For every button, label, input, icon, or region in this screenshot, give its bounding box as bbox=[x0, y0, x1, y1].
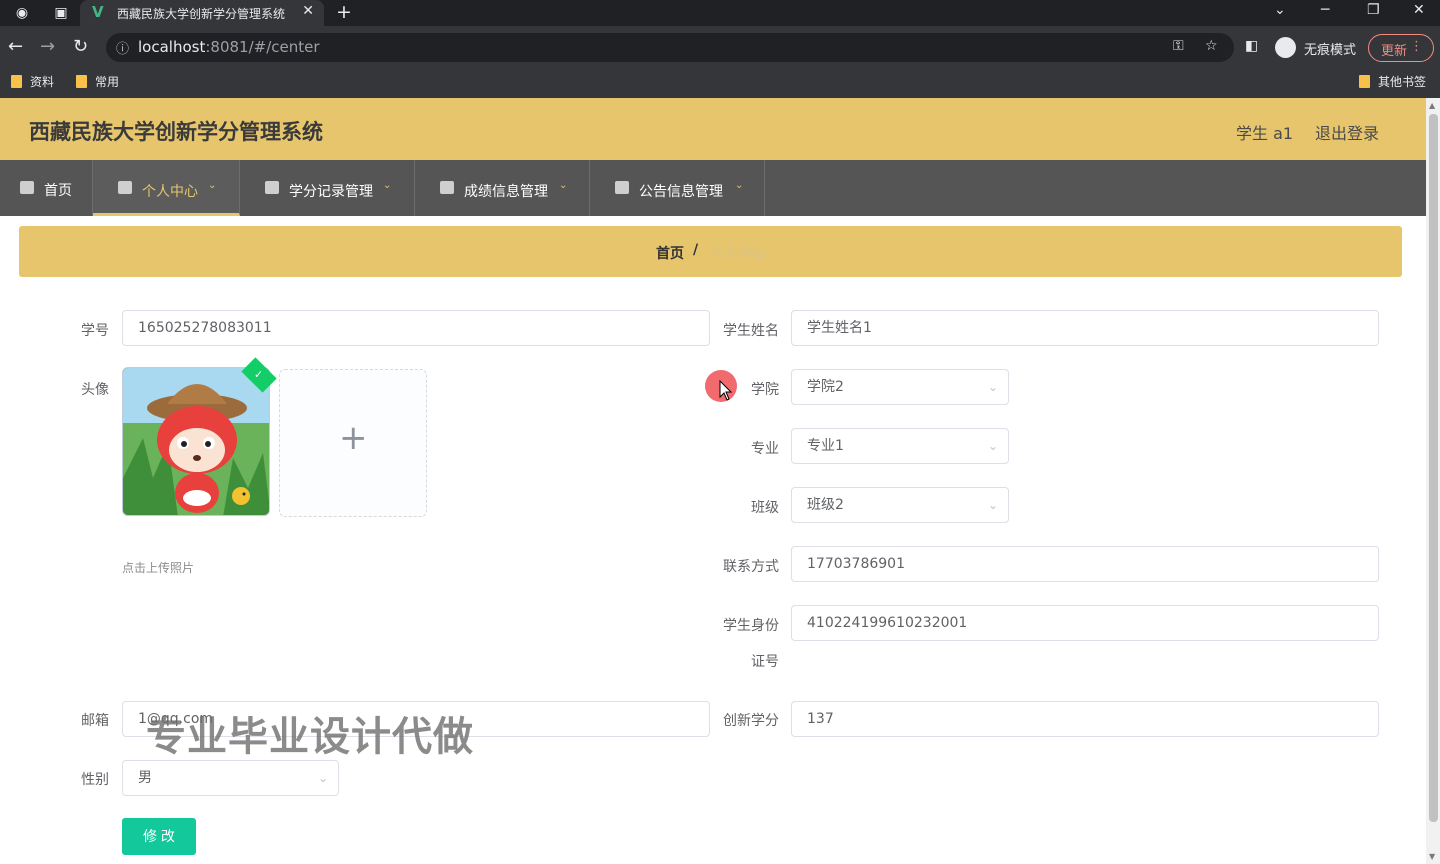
breadcrumb-separator: / bbox=[693, 242, 699, 258]
watermark-text: 专业毕业设计代做 bbox=[146, 714, 474, 760]
url-text[interactable]: localhost:8081/#/center bbox=[138, 38, 320, 56]
browser-globe-icon[interactable]: ◉ bbox=[13, 4, 31, 22]
current-user: 学生 a1 bbox=[1236, 124, 1294, 143]
update-profile-button[interactable]: 修 改 bbox=[122, 818, 196, 855]
class-label: 班级 bbox=[751, 500, 779, 516]
breadcrumb-current: 个人中心 bbox=[710, 246, 766, 262]
nav-item-grades[interactable]: 成绩信息管理 ⌄ bbox=[415, 160, 590, 216]
chevron-down-icon: ⌄ bbox=[559, 180, 568, 191]
folder-icon bbox=[1359, 75, 1370, 88]
chevron-down-icon: ⌄ bbox=[735, 180, 744, 191]
check-icon: ✓ bbox=[254, 368, 264, 381]
bookmark-folder-ziliao[interactable]: 资料 bbox=[11, 73, 54, 91]
logout-link[interactable]: 退出登录 bbox=[1315, 120, 1379, 144]
chevron-down-icon: ⌄ bbox=[383, 180, 392, 191]
college-select[interactable]: 学院2 ⌄ bbox=[791, 369, 1009, 405]
credits-label: 创新学分 bbox=[723, 713, 779, 729]
phone-input[interactable]: 17703786901 bbox=[791, 546, 1379, 582]
email-label: 邮箱 bbox=[81, 713, 109, 729]
bookmark-star-icon[interactable]: ☆ bbox=[1205, 38, 1218, 54]
folder-icon bbox=[76, 75, 87, 88]
briefcase-icon bbox=[265, 181, 279, 194]
app-title: 西藏民族大学创新学分管理系统 bbox=[29, 120, 323, 144]
tab-search-icon[interactable]: ▣ bbox=[52, 4, 70, 22]
site-info-icon[interactable]: ⓘ bbox=[116, 38, 129, 57]
window-close-icon[interactable]: ✕ bbox=[1413, 2, 1425, 18]
bookmarks-bar bbox=[0, 68, 1440, 98]
id-card-label-cont: 证号 bbox=[751, 654, 779, 670]
tab-close-icon[interactable]: ✕ bbox=[302, 3, 314, 19]
password-key-icon[interactable]: ⚿ bbox=[1173, 38, 1184, 54]
plus-icon: + bbox=[339, 418, 368, 458]
incognito-indicator[interactable]: 无痕模式 bbox=[1273, 35, 1361, 60]
nav-item-credit-records[interactable]: 学分记录管理 ⌄ bbox=[240, 160, 415, 216]
tab-list-chevron-icon[interactable]: ⌄ bbox=[1274, 2, 1286, 18]
breadcrumb-home[interactable]: 首页 bbox=[656, 243, 684, 263]
forward-icon[interactable]: → bbox=[40, 36, 55, 57]
incognito-icon bbox=[1275, 37, 1296, 58]
avatar-cartoon-fox bbox=[123, 368, 269, 515]
scroll-up-icon[interactable]: ▲ bbox=[1429, 101, 1435, 110]
student-id-label: 学号 bbox=[81, 323, 109, 339]
phone-label: 联系方式 bbox=[723, 559, 779, 575]
scrollbar-thumb[interactable] bbox=[1429, 114, 1438, 822]
browser-tab-active[interactable]: V 西藏民族大学创新学分管理系统 ✕ bbox=[80, 0, 324, 26]
back-icon[interactable]: ← bbox=[8, 36, 23, 57]
list-icon bbox=[440, 181, 454, 194]
bookmark-folder-changyong[interactable]: 常用 bbox=[76, 73, 119, 91]
chevron-down-icon: ⌄ bbox=[317, 771, 328, 785]
chevron-down-icon: ⌄ bbox=[987, 439, 998, 453]
mouse-cursor-icon bbox=[719, 380, 733, 401]
upload-hint: 点击上传照片 bbox=[122, 561, 195, 575]
major-select[interactable]: 专业1 ⌄ bbox=[791, 428, 1009, 464]
chevron-down-icon: ⌄ bbox=[208, 180, 217, 191]
avatar-label: 头像 bbox=[81, 382, 109, 398]
major-label: 专业 bbox=[751, 441, 779, 457]
nav-item-notices[interactable]: 公告信息管理 ⌄ bbox=[590, 160, 765, 216]
student-name-input[interactable]: 学生姓名1 bbox=[791, 310, 1379, 346]
gender-label: 性别 bbox=[81, 772, 109, 788]
update-button[interactable]: 更新 ⋮ bbox=[1368, 34, 1434, 62]
vue-favicon-icon: V bbox=[92, 3, 104, 21]
home-icon bbox=[20, 181, 34, 194]
student-id-input[interactable]: 165025278083011 bbox=[122, 310, 710, 346]
credits-input[interactable]: 137 bbox=[791, 701, 1379, 737]
bookmark-folder-other[interactable]: 其他书签 bbox=[1359, 73, 1426, 91]
new-tab-icon[interactable]: + bbox=[336, 1, 352, 23]
avatar-upload-box[interactable]: + bbox=[279, 369, 427, 517]
chevron-down-icon: ⌄ bbox=[987, 498, 998, 512]
side-panel-icon[interactable]: ◧ bbox=[1245, 38, 1258, 54]
message-icon bbox=[615, 181, 629, 194]
reload-icon[interactable]: ↻ bbox=[73, 36, 88, 57]
college-label: 学院 bbox=[751, 382, 779, 398]
folder-icon bbox=[11, 75, 22, 88]
gender-select[interactable]: 男 ⌄ bbox=[122, 760, 339, 796]
class-select[interactable]: 班级2 ⌄ bbox=[791, 487, 1009, 523]
student-name-label: 学生姓名 bbox=[723, 323, 779, 339]
restore-icon[interactable]: ❐ bbox=[1367, 2, 1380, 18]
nav-item-home[interactable]: 首页 bbox=[0, 160, 93, 216]
id-card-label: 学生身份 bbox=[723, 618, 779, 634]
menu-dots-icon: ⋮ bbox=[1410, 39, 1423, 54]
chevron-down-icon: ⌄ bbox=[987, 380, 998, 394]
nav-item-profile[interactable]: 个人中心 ⌄ bbox=[93, 160, 240, 216]
id-card-input[interactable]: 410224199610232001 bbox=[791, 605, 1379, 641]
user-icon bbox=[118, 181, 132, 194]
avatar-image[interactable] bbox=[122, 367, 270, 516]
browser-tab-title: 西藏民族大学创新学分管理系统 bbox=[117, 7, 286, 21]
minimize-icon[interactable]: ─ bbox=[1321, 2, 1329, 18]
scroll-down-icon[interactable]: ▼ bbox=[1429, 852, 1435, 861]
